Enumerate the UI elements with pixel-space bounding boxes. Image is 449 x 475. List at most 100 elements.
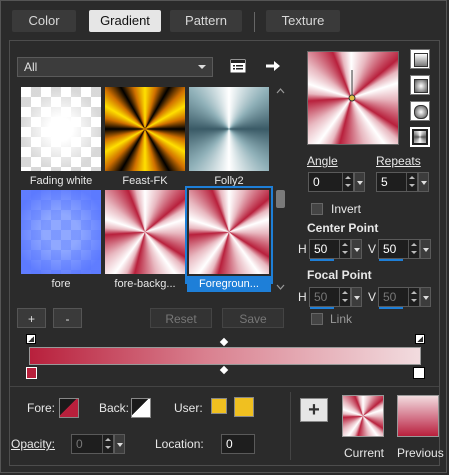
stepper-arrows-icon[interactable] bbox=[406, 173, 417, 191]
chevron-down-icon[interactable] bbox=[351, 287, 362, 307]
tab-divider bbox=[254, 12, 255, 32]
center-h-stepper[interactable]: 50 bbox=[309, 239, 362, 261]
angle-stepper[interactable]: 0 bbox=[308, 172, 365, 192]
stepper-arrows-icon[interactable] bbox=[408, 240, 419, 258]
gradient-label: Fading white bbox=[29, 175, 93, 187]
gradient-thumb-fading-white[interactable]: Fading white bbox=[21, 87, 101, 187]
chevron-down-icon[interactable] bbox=[420, 239, 431, 259]
chevron-down-icon[interactable] bbox=[418, 172, 429, 192]
current-label: Current bbox=[344, 446, 385, 460]
center-v-label: V bbox=[368, 242, 377, 256]
location-value: 0 bbox=[226, 437, 233, 451]
tab-pattern[interactable]: Pattern bbox=[170, 10, 242, 32]
linear-style-icon[interactable] bbox=[410, 49, 430, 69]
location-field[interactable]: 0 bbox=[221, 434, 255, 454]
remove-gradient-button[interactable]: - bbox=[53, 308, 82, 328]
opacity-label: Opacity: bbox=[11, 437, 56, 451]
center-h-label: H bbox=[298, 242, 307, 256]
opacity-value: 0 bbox=[76, 437, 83, 451]
user-swatch[interactable] bbox=[211, 398, 227, 414]
repeats-stepper[interactable]: 5 bbox=[376, 172, 429, 192]
gradient-label: Feast-FK bbox=[122, 175, 168, 187]
angle-value: 0 bbox=[313, 175, 320, 189]
previous-label: Previous bbox=[397, 446, 444, 460]
stepper-arrows-icon[interactable] bbox=[102, 435, 113, 453]
center-point-title: Center Point bbox=[307, 221, 379, 235]
stepper-arrows-icon[interactable] bbox=[342, 173, 353, 191]
gradient-thumb-folly2[interactable]: Folly2 bbox=[189, 87, 269, 187]
gradient-label: fore bbox=[51, 278, 71, 290]
stepper-arrows-icon[interactable] bbox=[408, 288, 419, 306]
chevron-down-icon[interactable] bbox=[114, 434, 125, 454]
back-label: Back: bbox=[99, 401, 130, 415]
add-gradient-button[interactable]: + bbox=[17, 308, 46, 328]
chevron-down-icon[interactable] bbox=[420, 287, 431, 307]
color-stop-left-bottom-icon[interactable] bbox=[26, 367, 37, 379]
slider-underline bbox=[379, 259, 403, 261]
gradient-thumb-foreground[interactable]: Foregroun... bbox=[185, 186, 273, 292]
tab-color[interactable]: Color bbox=[12, 10, 76, 32]
gradient-preview bbox=[189, 87, 269, 171]
center-v-stepper[interactable]: 50 bbox=[378, 239, 431, 261]
focal-v-value: 50 bbox=[383, 290, 397, 304]
gradient-preview bbox=[189, 190, 269, 274]
slider-underline bbox=[310, 259, 334, 261]
repeats-value: 5 bbox=[381, 175, 388, 189]
repeats-label: Repeats bbox=[376, 154, 421, 168]
color-stop-right-top-icon[interactable] bbox=[415, 334, 425, 344]
invert-checkbox[interactable] bbox=[311, 203, 323, 215]
back-swatch[interactable] bbox=[131, 398, 151, 418]
current-swatch[interactable] bbox=[342, 395, 384, 437]
focal-v-stepper[interactable]: 50 bbox=[378, 287, 431, 309]
center-h-value: 50 bbox=[314, 242, 328, 256]
chevron-down-icon[interactable] bbox=[354, 172, 365, 192]
user-color-swatch[interactable] bbox=[234, 397, 254, 417]
gradient-thumb-fore-background[interactable]: fore-backg... bbox=[105, 190, 185, 290]
slider-underline bbox=[379, 307, 403, 309]
add-swatch-button[interactable]: + bbox=[300, 398, 328, 422]
gradient-thumb-feast-fk[interactable]: Feast-FK bbox=[105, 87, 185, 187]
gradient-preview-main[interactable] bbox=[307, 51, 399, 145]
save-button[interactable]: Save bbox=[222, 308, 284, 328]
location-label: Location: bbox=[155, 437, 204, 451]
divider bbox=[10, 386, 439, 387]
focal-point-title: Focal Point bbox=[307, 268, 372, 282]
gradient-preview bbox=[105, 87, 185, 171]
rectangular-style-icon[interactable] bbox=[410, 75, 430, 95]
color-stop-right-bottom-icon[interactable] bbox=[413, 367, 425, 379]
gradient-editor-bar[interactable] bbox=[29, 347, 421, 365]
focal-h-label: H bbox=[298, 290, 307, 304]
arrow-right-icon[interactable] bbox=[263, 56, 283, 76]
slider-underline bbox=[310, 307, 334, 309]
scrollbar-thumb[interactable] bbox=[276, 190, 285, 208]
link-label: Link bbox=[330, 312, 353, 326]
fore-swatch[interactable] bbox=[59, 398, 79, 418]
sunburst-style-icon[interactable] bbox=[410, 101, 430, 121]
reset-button[interactable]: Reset bbox=[150, 308, 212, 328]
list-view-icon[interactable] bbox=[228, 56, 248, 76]
color-stop-left-top-icon[interactable] bbox=[26, 334, 36, 344]
radial-style-icon[interactable] bbox=[410, 127, 430, 147]
focal-h-value: 50 bbox=[314, 290, 328, 304]
gradient-preview bbox=[105, 190, 185, 274]
gradient-label: Folly2 bbox=[214, 175, 244, 187]
gradient-preview bbox=[21, 87, 101, 171]
user-label: User: bbox=[174, 401, 203, 415]
focal-v-label: V bbox=[368, 290, 377, 304]
category-dropdown-value: All bbox=[24, 60, 38, 74]
opacity-stepper[interactable]: 0 bbox=[71, 434, 125, 454]
tab-gradient[interactable]: Gradient bbox=[89, 10, 161, 32]
chevron-down-icon[interactable] bbox=[351, 239, 362, 259]
previous-swatch[interactable] bbox=[397, 395, 439, 437]
gradient-thumb-fore[interactable]: fore bbox=[21, 190, 101, 290]
link-checkbox[interactable] bbox=[311, 313, 323, 325]
chevron-down-icon bbox=[198, 65, 206, 69]
gradient-label: fore-backg... bbox=[114, 278, 176, 290]
stepper-arrows-icon[interactable] bbox=[339, 288, 350, 306]
category-dropdown[interactable]: All bbox=[17, 57, 213, 77]
stepper-arrows-icon[interactable] bbox=[339, 240, 350, 258]
gradient-preview bbox=[21, 190, 101, 274]
focal-h-stepper[interactable]: 50 bbox=[309, 287, 362, 309]
tab-texture[interactable]: Texture bbox=[266, 10, 340, 32]
divider bbox=[290, 392, 291, 460]
